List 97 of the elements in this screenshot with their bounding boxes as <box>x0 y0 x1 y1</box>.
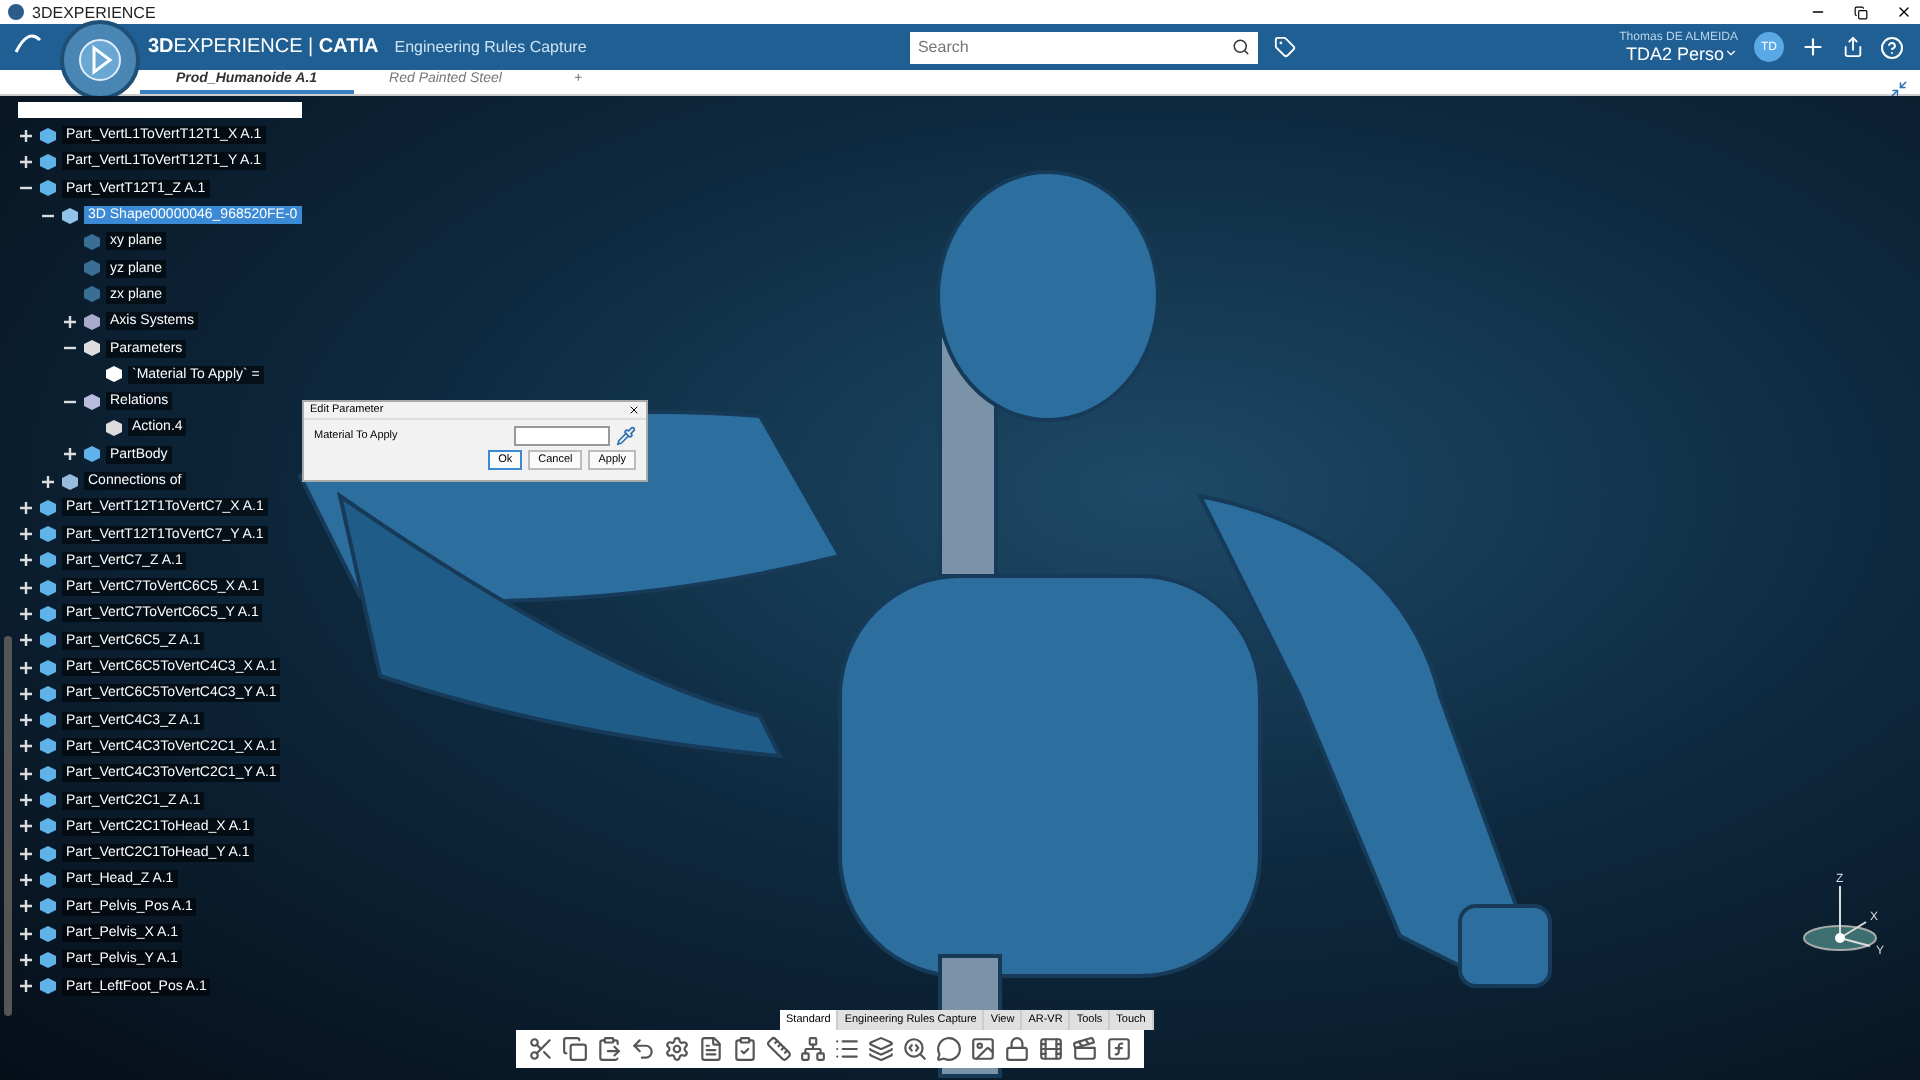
expand-toggle-icon[interactable] <box>18 605 34 622</box>
expand-toggle-icon[interactable] <box>18 552 34 569</box>
part-icon <box>104 364 124 385</box>
function-icon[interactable] <box>1106 1036 1132 1062</box>
part-icon <box>38 125 58 146</box>
restore-icon[interactable] <box>1854 5 1868 19</box>
part-icon <box>82 444 102 465</box>
plane-icon <box>82 258 102 279</box>
part-icon <box>38 843 58 864</box>
paste-icon[interactable] <box>596 1036 622 1062</box>
expand-toggle-icon[interactable] <box>18 978 34 995</box>
tag-icon[interactable] <box>1273 36 1296 58</box>
part-icon <box>38 949 58 970</box>
search-field[interactable]: Search <box>909 31 1258 63</box>
clipboard-check-icon[interactable] <box>732 1036 758 1062</box>
plane-icon <box>82 231 102 252</box>
help-icon[interactable] <box>1880 35 1904 59</box>
expand-toggle-icon[interactable] <box>18 871 34 888</box>
part-icon <box>38 603 58 624</box>
expand-toggle-icon[interactable] <box>18 845 34 862</box>
expand-toggle-icon[interactable] <box>18 579 34 596</box>
expand-toggle-icon[interactable] <box>62 446 78 463</box>
expand-toggle-icon[interactable] <box>18 685 34 702</box>
expand-toggle-icon[interactable] <box>18 818 34 835</box>
close-icon[interactable] <box>628 404 640 416</box>
part-icon <box>38 630 58 651</box>
part-icon <box>38 577 58 598</box>
part-icon <box>104 417 124 438</box>
part-icon <box>38 710 58 731</box>
part-icon <box>38 736 58 757</box>
expand-toggle-icon[interactable] <box>18 951 34 968</box>
copy-icon[interactable] <box>562 1036 588 1062</box>
expand-toggle-icon[interactable] <box>18 738 34 755</box>
expand-toggle-icon[interactable] <box>40 473 56 489</box>
expand-toggle-icon[interactable] <box>18 925 34 942</box>
part-icon <box>38 763 58 784</box>
layers-icon[interactable] <box>868 1036 894 1062</box>
part-icon <box>38 524 58 545</box>
chevron-down-icon[interactable] <box>1724 46 1738 60</box>
image-icon[interactable] <box>970 1036 996 1062</box>
expand-toggle-icon[interactable] <box>18 792 34 809</box>
undo-icon[interactable] <box>630 1036 656 1062</box>
share-icon[interactable] <box>1842 36 1864 58</box>
app-name: Engineering Rules Capture <box>394 38 587 56</box>
pipette-icon[interactable] <box>616 426 636 446</box>
part-icon <box>38 497 58 518</box>
axis-compass-drawing[interactable] <box>1803 885 1877 951</box>
part-icon <box>38 869 58 890</box>
part-icon <box>82 311 102 332</box>
ruler-icon[interactable] <box>766 1036 792 1062</box>
expand-toggle-icon[interactable] <box>18 499 34 516</box>
part-icon <box>60 471 80 491</box>
part-icon <box>82 391 102 412</box>
expand-toggle-icon[interactable] <box>18 526 34 543</box>
expand-toggle-icon[interactable] <box>18 712 34 729</box>
expand-toggle-icon[interactable] <box>18 153 34 170</box>
part-icon <box>38 657 58 678</box>
part-icon <box>38 550 58 571</box>
part-icon <box>38 976 58 997</box>
part-icon <box>38 683 58 704</box>
window-title: 3DEXPERIENCE <box>32 3 158 21</box>
parameter-input[interactable] <box>514 426 610 446</box>
part-icon <box>38 790 58 811</box>
list-icon[interactable] <box>834 1036 860 1062</box>
cut-icon[interactable] <box>528 1036 554 1062</box>
search-icon[interactable] <box>1231 37 1250 55</box>
speech-bubble-icon[interactable] <box>936 1036 962 1062</box>
zoom-icon[interactable] <box>902 1036 928 1062</box>
part-icon <box>38 151 58 172</box>
part-icon <box>38 923 58 944</box>
add-icon[interactable] <box>1800 34 1826 60</box>
brand-title: 3DEXPERIENCE | CATIA <box>148 36 379 58</box>
part-icon <box>38 896 58 917</box>
compass-icon[interactable] <box>60 20 140 100</box>
expand-toggle-icon[interactable] <box>18 632 34 649</box>
logo-icon <box>12 32 44 56</box>
collapse-icon[interactable] <box>1890 80 1908 98</box>
network-icon[interactable] <box>800 1036 826 1062</box>
film-icon[interactable] <box>1038 1036 1064 1062</box>
close-icon[interactable] <box>1896 4 1912 20</box>
expand-toggle-icon[interactable] <box>62 313 78 330</box>
expand-toggle-icon[interactable] <box>18 765 34 782</box>
plane-icon <box>82 284 102 305</box>
expand-toggle-icon[interactable] <box>18 659 34 676</box>
part-icon <box>60 205 80 226</box>
part-icon <box>38 816 58 837</box>
settings-icon[interactable] <box>664 1036 690 1062</box>
document-icon[interactable] <box>698 1036 724 1062</box>
expand-toggle-icon[interactable] <box>18 898 34 915</box>
workspace-selector[interactable]: TDA2 Perso <box>1625 43 1738 63</box>
clapperboard-icon[interactable] <box>1072 1036 1098 1062</box>
scrollbar[interactable] <box>4 636 12 1016</box>
part-icon <box>38 178 58 199</box>
part-icon <box>82 338 102 359</box>
expand-toggle-icon[interactable] <box>18 127 34 144</box>
app-icon <box>8 4 24 20</box>
lock-icon[interactable] <box>1004 1036 1030 1062</box>
